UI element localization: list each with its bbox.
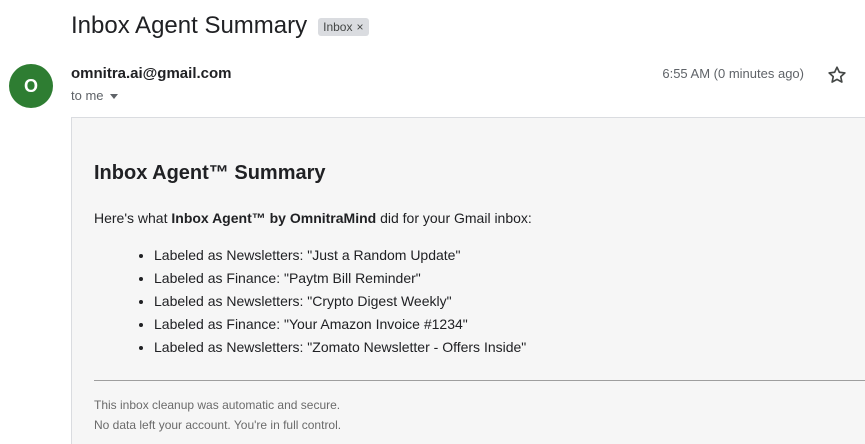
list-item: Labeled as Finance: "Paytm Bill Reminder… <box>154 267 526 290</box>
avatar-letter: O <box>23 75 38 96</box>
footer-note-2: No data left your account. You're in ful… <box>94 418 342 432</box>
list-item: Labeled as Newsletters: "Zomato Newslett… <box>154 336 526 359</box>
divider <box>94 380 865 381</box>
recipient-details-toggle[interactable]: to me <box>71 88 118 103</box>
intro-suffix: did for your Gmail inbox: <box>376 210 532 226</box>
body-intro: Here's what Inbox Agent™ by OmnitraMind … <box>94 210 532 226</box>
email-timestamp: 6:55 AM (0 minutes ago) <box>662 66 804 81</box>
summary-list: Labeled as Newsletters: "Just a Random U… <box>132 244 526 359</box>
chevron-down-icon <box>109 93 118 99</box>
sender-email[interactable]: omnitra.ai@gmail.com <box>71 65 232 82</box>
intro-prefix: Here's what <box>94 210 172 226</box>
footer-note-1: This inbox cleanup was automatic and sec… <box>94 398 341 412</box>
intro-product-name: Inbox Agent™ by OmnitraMind <box>171 210 377 226</box>
subject-row: Inbox Agent Summary Inbox × <box>71 10 369 42</box>
star-icon[interactable] <box>826 64 848 86</box>
recipient-label: to me <box>71 88 104 103</box>
label-chip-text: Inbox <box>323 20 353 34</box>
body-title: Inbox Agent™ Summary <box>94 162 326 184</box>
list-item: Labeled as Newsletters: "Crypto Digest W… <box>154 290 526 313</box>
email-subject: Inbox Agent Summary <box>71 12 308 39</box>
avatar[interactable]: O <box>9 64 53 108</box>
list-item: Labeled as Newsletters: "Just a Random U… <box>154 244 526 267</box>
email-body-card: Inbox Agent™ Summary Here's what Inbox A… <box>71 117 865 444</box>
email-view: Inbox Agent Summary Inbox × O omnitra.ai… <box>0 0 865 444</box>
list-item: Labeled as Finance: "Your Amazon Invoice… <box>154 313 526 336</box>
label-chip-inbox[interactable]: Inbox × <box>318 18 369 36</box>
close-icon[interactable]: × <box>356 18 363 36</box>
